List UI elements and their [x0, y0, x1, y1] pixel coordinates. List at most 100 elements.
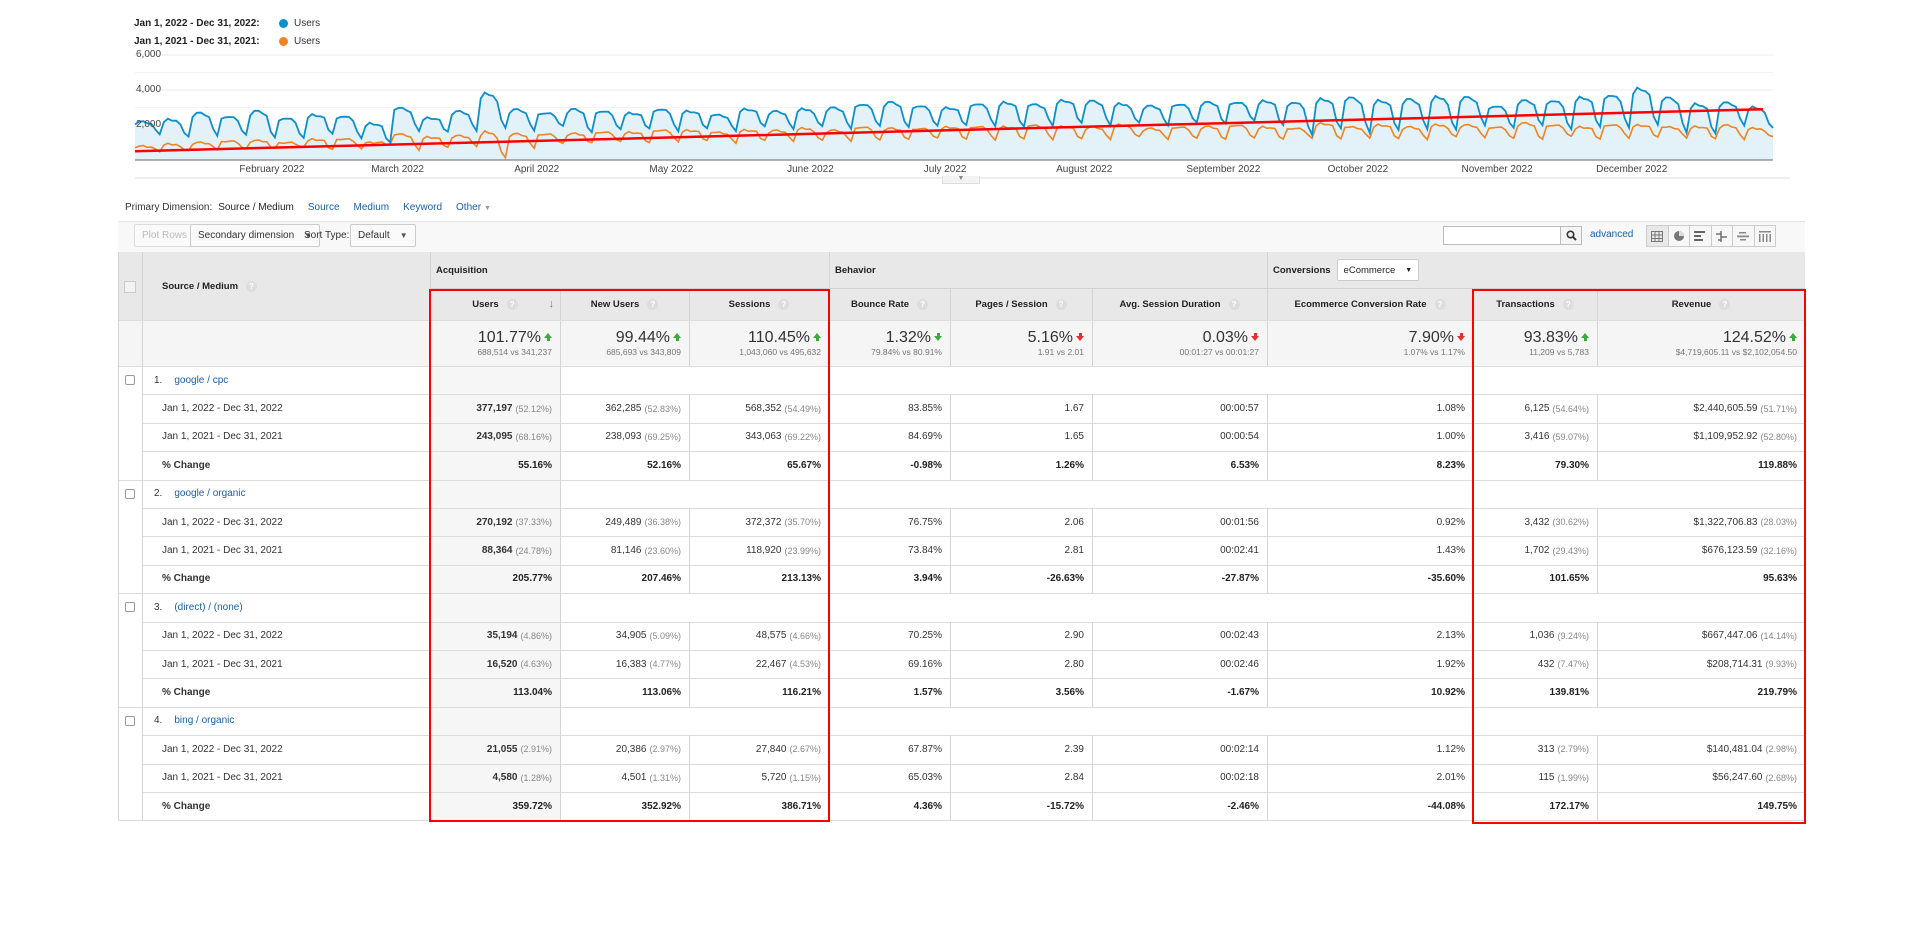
- source-medium-link[interactable]: google / cpc: [174, 375, 228, 386]
- cell-value: 207.46%: [641, 573, 681, 585]
- row-checkbox[interactable]: [125, 602, 135, 613]
- help-icon[interactable]: ?: [1228, 298, 1240, 310]
- primary-dimension-keyword[interactable]: Keyword: [403, 202, 442, 213]
- table-cell: 101.65%: [1473, 565, 1597, 593]
- column-header-pages-session[interactable]: Pages / Session?: [950, 288, 1092, 320]
- source-medium-link[interactable]: (direct) / (none): [174, 602, 242, 613]
- date-range-label: Jan 1, 2022 - Dec 31, 2022: [162, 630, 283, 642]
- chevron-down-icon: ▼: [399, 231, 408, 240]
- table-search-input[interactable]: [1443, 226, 1561, 245]
- cell-value: 95.63%: [1763, 573, 1797, 585]
- primary-dimension-source[interactable]: Source: [308, 202, 340, 213]
- column-header-sessions[interactable]: Sessions?: [689, 288, 829, 320]
- column-header-transactions[interactable]: Transactions?: [1473, 288, 1597, 320]
- row-checkbox[interactable]: [125, 375, 135, 386]
- row-checkbox[interactable]: [125, 488, 135, 499]
- table-cell: -35.60%: [1267, 565, 1473, 593]
- select-all-checkbox[interactable]: [124, 281, 136, 293]
- table-cell: 386.71%: [689, 792, 829, 820]
- column-divider: [430, 536, 431, 565]
- chart-resize-handle[interactable]: ▼: [942, 175, 980, 184]
- performance-view-button[interactable]: [1689, 225, 1712, 247]
- table-cell: 00:02:41: [1092, 536, 1267, 564]
- help-icon[interactable]: ?: [778, 298, 790, 310]
- row-checkbox-cell[interactable]: [118, 375, 142, 386]
- term-cloud-button[interactable]: [1732, 225, 1755, 247]
- column-divider: [1473, 288, 1474, 366]
- date-range-label: Jan 1, 2021 - Dec 31, 2021: [162, 772, 283, 784]
- row-checkbox-cell[interactable]: [118, 715, 142, 726]
- primary-dimension-active[interactable]: Source / Medium: [218, 202, 294, 213]
- table-cell: $2,440,605.59 (51.71%): [1597, 394, 1805, 422]
- summary-comparison: 688,514 vs 341,237: [477, 347, 552, 357]
- sort-descending-icon[interactable]: ↓: [549, 298, 555, 310]
- table-cell: 359.72%: [430, 792, 560, 820]
- select-all-checkbox-cell[interactable]: [124, 280, 138, 294]
- pivot-view-button[interactable]: [1753, 225, 1776, 247]
- cell-value: 118,920: [746, 545, 782, 557]
- row-checkbox[interactable]: [125, 715, 135, 726]
- row-checkbox-cell[interactable]: [118, 602, 142, 613]
- pie-view-button[interactable]: [1667, 225, 1690, 247]
- column-divider: [142, 252, 143, 366]
- date-range-label: Jan 1, 2022 - Dec 31, 2022: [162, 516, 283, 528]
- cell-value: 343,063: [745, 431, 782, 443]
- table-view-button[interactable]: [1646, 225, 1669, 247]
- search-button[interactable]: [1560, 226, 1582, 245]
- cell-percent-of-total: (68.16%): [515, 431, 552, 442]
- pivot-view-icon: [1758, 230, 1771, 242]
- row-checkbox-cell[interactable]: [118, 488, 142, 499]
- help-icon[interactable]: ?: [1434, 298, 1446, 310]
- table-cell: 362,285 (52.83%): [560, 394, 689, 422]
- column-divider: [950, 763, 951, 792]
- column-header-new-users[interactable]: New Users?: [560, 288, 689, 320]
- sort-type-dropdown[interactable]: Default ▼: [350, 224, 416, 247]
- column-header-avg-session-duration[interactable]: Avg. Session Duration?: [1092, 288, 1267, 320]
- help-icon[interactable]: ?: [1055, 298, 1067, 310]
- secondary-dimension-dropdown[interactable]: Secondary dimension ▼: [190, 224, 321, 247]
- column-divider: [560, 706, 561, 736]
- summary-comparison: $4,719,605.11 vs $2,102,054.50: [1675, 347, 1797, 357]
- column-divider: [430, 763, 431, 792]
- comparison-view-button[interactable]: [1710, 225, 1733, 247]
- dimension-header[interactable]: Source / Medium?: [162, 275, 258, 297]
- plot-rows-button[interactable]: Plot Rows: [134, 224, 196, 247]
- chart-canvas[interactable]: [0, 0, 1910, 190]
- help-icon[interactable]: ?: [917, 298, 929, 310]
- primary-dimension-other[interactable]: Other ▼: [456, 202, 491, 213]
- column-divider: [1597, 536, 1598, 565]
- column-divider: [430, 252, 431, 366]
- primary-dimension-medium[interactable]: Medium: [354, 202, 390, 213]
- column-divider: [142, 366, 143, 395]
- conversions-goal-dropdown[interactable]: eCommerce ▼: [1336, 259, 1420, 281]
- column-divider: [1597, 508, 1598, 537]
- column-header-bounce-rate[interactable]: Bounce Rate?: [829, 288, 950, 320]
- table-cell: 270,192 (37.33%): [430, 508, 560, 536]
- column-divider: [1092, 678, 1093, 707]
- table-cell: 79.30%: [1473, 451, 1597, 479]
- cell-value: 2.06: [1064, 516, 1084, 528]
- source-medium-link[interactable]: google / organic: [174, 488, 245, 499]
- help-icon[interactable]: ?: [1719, 298, 1731, 310]
- source-medium-link[interactable]: bing / organic: [174, 715, 234, 726]
- advanced-filter-link[interactable]: advanced: [1590, 229, 1633, 240]
- column-divider: [950, 735, 951, 764]
- column-header-users[interactable]: Users? ↓: [430, 288, 560, 320]
- column-divider: [430, 735, 431, 764]
- cell-value: 3,432: [1524, 516, 1550, 528]
- users-line-chart[interactable]: 6,000 4,000 2,000 February 2022 March 2022 A…: [0, 0, 1910, 190]
- help-icon[interactable]: ?: [246, 280, 258, 292]
- cell-percent-of-total: (36.38%): [644, 517, 681, 528]
- term-cloud-icon: [1737, 231, 1750, 240]
- column-header-revenue[interactable]: Revenue?: [1597, 288, 1805, 320]
- help-icon[interactable]: ?: [647, 298, 659, 310]
- column-header-ecommerce-conversion-rate[interactable]: Ecommerce Conversion Rate?: [1267, 288, 1473, 320]
- column-divider: [1092, 735, 1093, 764]
- help-icon[interactable]: ?: [506, 298, 518, 310]
- help-icon[interactable]: ?: [1562, 298, 1574, 310]
- cell-value: 3.56%: [1055, 687, 1084, 699]
- summary-change: 0.03%: [1203, 329, 1259, 347]
- table-cell: 219.79%: [1597, 678, 1805, 706]
- table-cell: 52.16%: [560, 451, 689, 479]
- cell-percent-of-total: (2.97%): [649, 744, 681, 755]
